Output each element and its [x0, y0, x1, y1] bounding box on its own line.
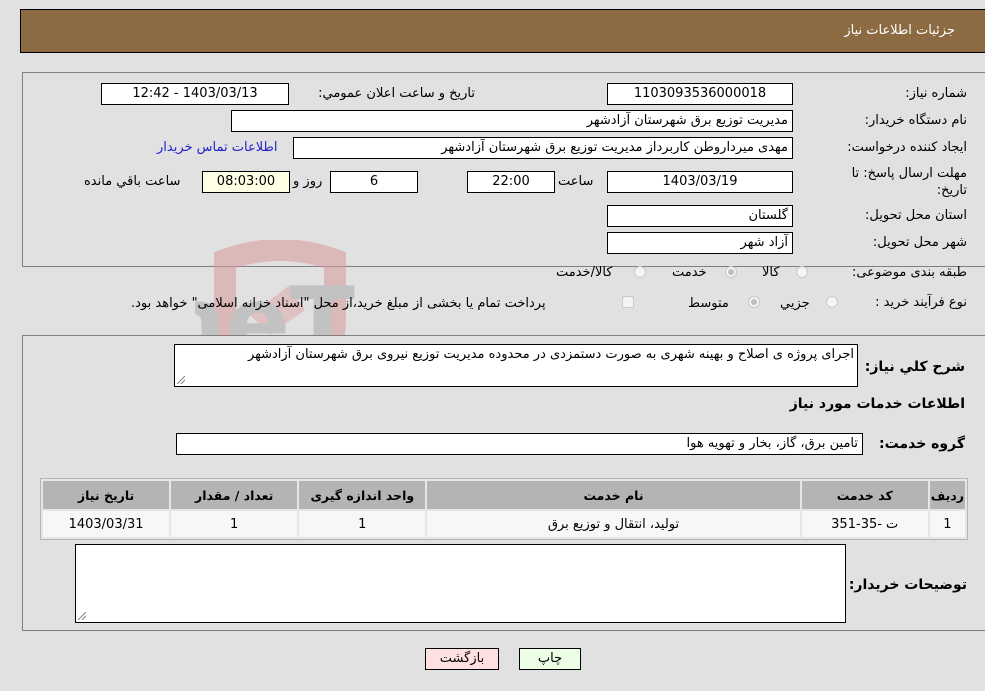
category-label: طبقه بندی موضوعی:: [851, 265, 967, 280]
table-row: 1 ت -35-351 توليد، انتقال و توزيع برق 1 …: [43, 511, 965, 537]
category-radio-goods[interactable]: [796, 266, 808, 278]
city-label: شهر محل تحويل:: [872, 235, 967, 250]
cell-service-name: توليد، انتقال و توزيع برق: [427, 511, 800, 537]
resize-grip-icon[interactable]: [177, 376, 185, 384]
page-header: جزئیات اطلاعات نیاز: [20, 9, 985, 53]
page-title: جزئیات اطلاعات نیاز: [844, 23, 955, 38]
buyer-org-label: نام دستگاه خريدار:: [864, 113, 967, 128]
cell-need-date: 1403/03/31: [43, 511, 170, 537]
requester-label: ايجاد کننده درخواست:: [847, 140, 967, 155]
col-header-service-code: کد خدمت: [801, 481, 928, 509]
purchase-type-label: نوع فرآيند خريد :: [875, 295, 967, 310]
city-field: آزاد شهر: [607, 232, 793, 254]
col-header-quantity: تعداد / مقدار: [171, 481, 298, 509]
resize-grip-icon[interactable]: [78, 612, 86, 620]
cell-row-number: 1: [929, 511, 965, 537]
category-radio-service[interactable]: [725, 266, 737, 278]
province-label: استان محل تحويل:: [865, 208, 967, 223]
description-label: شرح کلي نياز:: [864, 359, 965, 375]
deadline-label-line1: مهلت ارسال پاسخ: تا: [851, 166, 967, 181]
days-label: روز و: [293, 174, 323, 189]
buyer-contact-link[interactable]: اطلاعات تماس خريدار: [157, 140, 277, 155]
description-textarea[interactable]: اجرای پروژه ی اصلاح و بهینه شهری به صورت…: [174, 344, 858, 387]
announce-datetime-label: تاریخ و ساعت اعلان عمومي:: [318, 86, 475, 101]
services-section-title: اطلاعات خدمات مورد نياز: [789, 396, 965, 412]
buyer-notes-textarea[interactable]: [75, 544, 846, 623]
need-number-field: 1103093536000018: [607, 83, 793, 105]
category-option-service: خدمت: [672, 265, 707, 280]
purchase-type-option-medium: متوسط: [688, 296, 729, 311]
deadline-time-field: 22:00: [467, 171, 555, 193]
buyer-org-field: مدیریت توزیع برق شهرستان آزادشهر: [231, 110, 793, 132]
cell-quantity: 1: [171, 511, 298, 537]
col-header-service-name: نام خدمت: [427, 481, 800, 509]
print-button[interactable]: چاپ: [519, 648, 581, 670]
purchase-type-option-minor: جزيي: [780, 296, 810, 311]
remaining-time-label: ساعت باقي مانده: [84, 174, 181, 189]
requester-field: مهدی میرداروطن کاربرداز مدیریت توزیع برق…: [293, 137, 793, 159]
purchase-type-radio-medium[interactable]: [748, 296, 760, 308]
remaining-time-field: 08:03:00: [202, 171, 290, 193]
col-header-need-date: تاريخ نياز: [43, 481, 170, 509]
cell-unit: 1: [299, 511, 426, 537]
cell-service-code: ت -35-351: [801, 511, 928, 537]
col-header-unit: واحد اندازه گيری: [299, 481, 426, 509]
need-number-label: شماره نیاز:: [905, 86, 967, 101]
buyer-notes-label: توضيحات خريدار:: [848, 577, 967, 593]
remaining-days-field: 6: [330, 171, 418, 193]
back-button[interactable]: بازگشت: [425, 648, 499, 670]
treasury-checkbox[interactable]: [622, 296, 634, 308]
category-radio-goods-service[interactable]: [634, 266, 646, 278]
category-option-goods: کالا: [762, 265, 780, 280]
category-option-goods-service: کالا/خدمت: [556, 265, 613, 280]
service-group-label: گروه خدمت:: [879, 436, 965, 452]
col-header-row-number: رديف: [929, 481, 965, 509]
announce-datetime-field: 1403/03/13 - 12:42: [101, 83, 289, 105]
deadline-date-field: 1403/03/19: [607, 171, 793, 193]
description-text: اجرای پروژه ی اصلاح و بهینه شهری به صورت…: [247, 347, 854, 362]
deadline-time-label: ساعت: [558, 174, 594, 189]
services-table: رديف کد خدمت نام خدمت واحد اندازه گيری ت…: [40, 478, 968, 540]
purchase-type-radio-minor[interactable]: [826, 296, 838, 308]
deadline-label-line2: تاريخ:: [936, 183, 967, 198]
table-header-row: رديف کد خدمت نام خدمت واحد اندازه گيری ت…: [43, 481, 965, 509]
treasury-note: پرداخت تمام یا بخشی از مبلغ خرید،از محل …: [131, 296, 546, 311]
province-field: گلستان: [607, 205, 793, 227]
service-group-field: تامين برق، گاز، بخار و تهويه هوا: [176, 433, 863, 455]
